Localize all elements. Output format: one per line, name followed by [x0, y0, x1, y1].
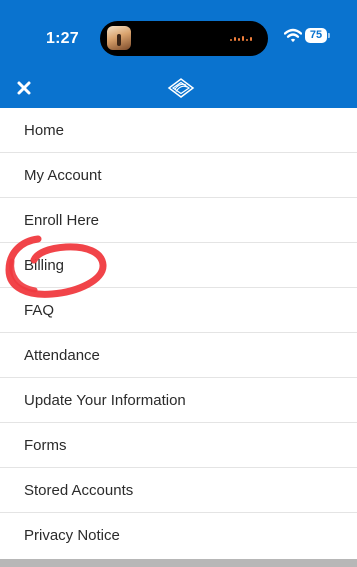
menu-item-enroll-here[interactable]: Enroll Here [0, 198, 357, 243]
app-header [0, 70, 357, 108]
menu-item-forms[interactable]: Forms [0, 423, 357, 468]
audio-waveform-icon [230, 33, 254, 45]
now-playing-thumbnail [107, 26, 131, 50]
page-scroll-edge [0, 559, 357, 567]
logo-icon [167, 78, 195, 98]
status-bar: 1:27 75 [0, 0, 357, 70]
menu-item-faq[interactable]: FAQ [0, 288, 357, 333]
status-time: 1:27 [46, 30, 79, 47]
menu-item-update-your-information[interactable]: Update Your Information [0, 378, 357, 423]
close-icon[interactable] [12, 76, 36, 100]
wifi-icon [284, 28, 302, 43]
menu-item-stored-accounts[interactable]: Stored Accounts [0, 468, 357, 513]
menu-item-attendance[interactable]: Attendance [0, 333, 357, 378]
menu-item-billing[interactable]: Billing [0, 243, 357, 288]
dynamic-island [100, 21, 268, 56]
battery-icon: 75 [305, 28, 330, 43]
menu-item-my-account[interactable]: My Account [0, 153, 357, 198]
menu-item-home[interactable]: Home [0, 108, 357, 153]
navigation-menu: Home My Account Enroll Here Billing FAQ … [0, 108, 357, 558]
menu-item-privacy-notice[interactable]: Privacy Notice [0, 513, 357, 558]
